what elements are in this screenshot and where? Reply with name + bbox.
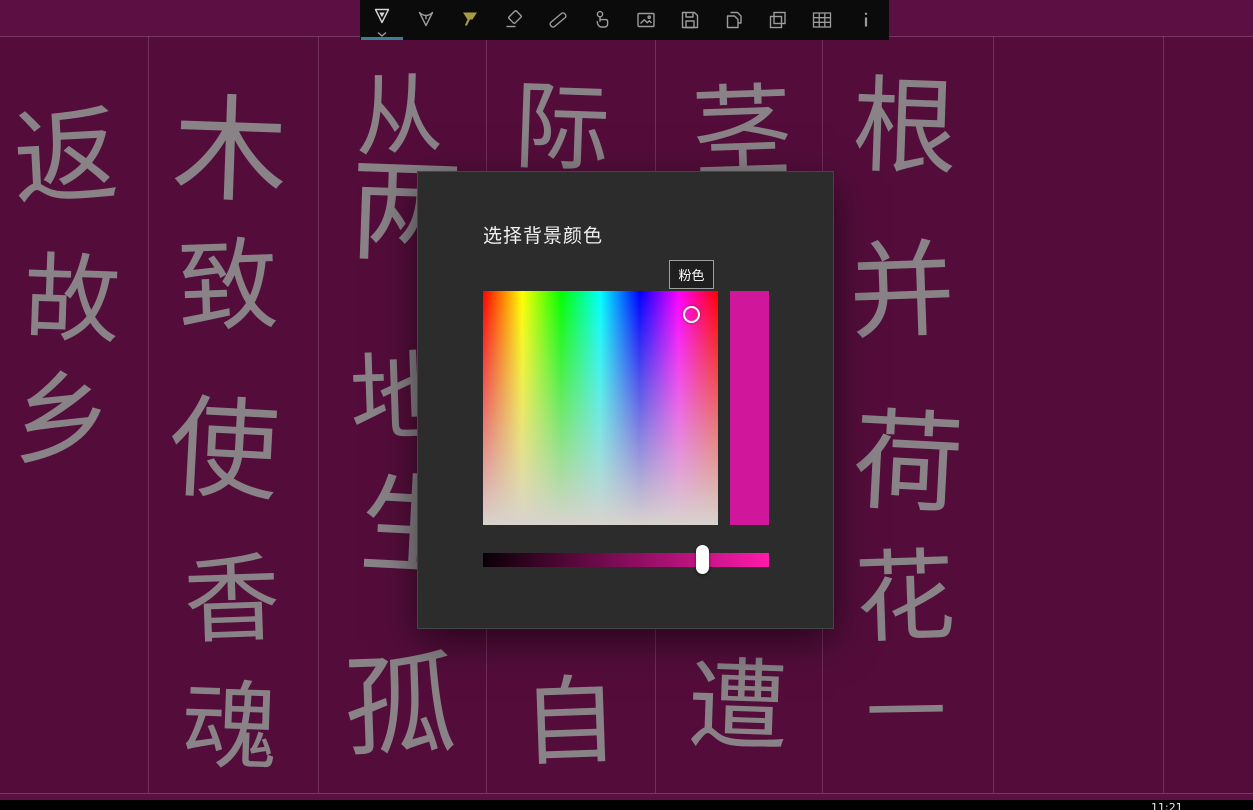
ink-character: 返	[10, 93, 122, 222]
ink-character: 木	[170, 82, 290, 221]
save-icon	[681, 11, 699, 29]
ink-character: 香	[182, 542, 282, 658]
tool-touch-button[interactable]	[580, 0, 624, 40]
taskbar-clock[interactable]: 11:21	[1151, 801, 1183, 810]
paper-footer-band	[0, 793, 1253, 800]
tool-grid-button[interactable]	[800, 0, 844, 40]
selected-color-preview	[730, 291, 769, 525]
background-color-dialog: 选择背景颜色 粉色	[417, 171, 834, 629]
tool-highlighter-button[interactable]	[448, 0, 492, 40]
taskbar: 11:21	[0, 800, 1253, 810]
ink-character: 一	[865, 665, 947, 760]
ink-character: 致	[175, 226, 280, 347]
ink-character: 乡	[9, 359, 114, 480]
ink-character: 荷	[849, 396, 967, 530]
tool-copy-button[interactable]	[712, 0, 756, 40]
ink-character: 使	[165, 383, 283, 517]
paper-column-line	[318, 36, 319, 793]
tool-insert-image-button[interactable]	[624, 0, 668, 40]
copy-icon	[726, 11, 742, 29]
paper-column-line	[148, 36, 149, 793]
tool-pencil-button[interactable]	[404, 0, 448, 40]
dialog-title: 选择背景颜色	[483, 225, 604, 247]
tool-ballpoint-pen-button[interactable]	[360, 0, 404, 40]
ballpoint-pen-icon	[374, 8, 390, 24]
insert-image-icon	[637, 12, 655, 28]
value-slider-thumb[interactable]	[696, 545, 709, 574]
paper-column-line	[993, 36, 994, 793]
spectrum-selector-ring[interactable]	[683, 306, 700, 323]
app-window: 返 故 乡 木 致 使 香 魂 从 两 地 生 孤 际 自 茎 遭 根 并 荷 …	[0, 0, 1253, 810]
paper-rule-line	[0, 793, 1253, 794]
ruler-icon	[549, 12, 567, 28]
ink-character: 并	[847, 228, 957, 355]
ink-character: 魂	[180, 669, 280, 785]
color-spectrum[interactable]	[483, 291, 718, 525]
paper-column-line	[1163, 36, 1164, 793]
grid-icon	[812, 12, 832, 28]
toolbar	[360, 0, 889, 40]
value-slider-track[interactable]	[483, 553, 769, 567]
eraser-icon	[506, 10, 522, 28]
highlighter-icon	[463, 12, 477, 26]
ink-character: 花	[852, 537, 957, 658]
tool-save-button[interactable]	[668, 0, 712, 40]
tool-duplicate-page-button[interactable]	[756, 0, 800, 40]
tool-info-button[interactable]	[844, 0, 888, 40]
ink-character: 孤	[341, 640, 459, 774]
touch-icon	[596, 10, 609, 28]
ink-character: 茎	[689, 72, 794, 193]
ink-character: 自	[520, 664, 620, 780]
tool-eraser-button[interactable]	[492, 0, 536, 40]
ink-character: 根	[850, 64, 960, 191]
tool-ruler-button[interactable]	[536, 0, 580, 40]
color-name-tooltip: 粉色	[669, 260, 714, 289]
duplicate-page-icon	[769, 11, 786, 29]
selected-tool-indicator	[361, 37, 403, 40]
info-icon	[864, 12, 868, 27]
ink-character: 故	[22, 242, 122, 358]
ink-character: 际	[512, 70, 612, 186]
pencil-icon	[418, 11, 434, 27]
ink-character: 遭	[686, 646, 791, 767]
